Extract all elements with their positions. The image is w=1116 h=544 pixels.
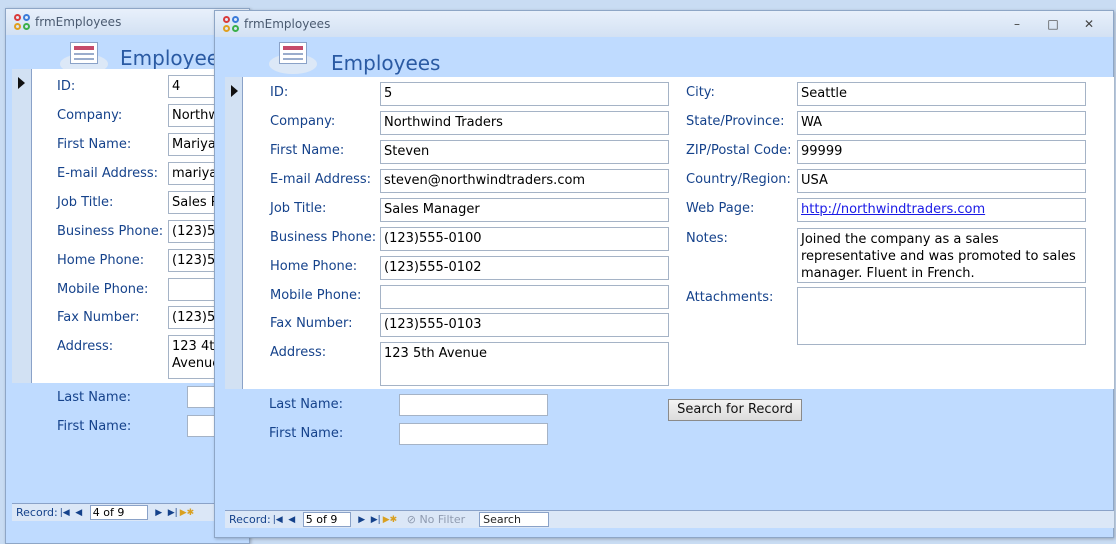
back-label-fax: Fax Number: xyxy=(57,310,140,325)
front-detail-section: ID: Company: First Name: E-mail Address:… xyxy=(243,77,1114,389)
access-app-icon xyxy=(14,14,30,30)
last-record-icon[interactable]: ▶| xyxy=(166,508,180,518)
minimize-icon[interactable]: – xyxy=(1001,17,1033,31)
previous-record-icon[interactable]: ◀ xyxy=(72,508,86,518)
search-last-name-label: Last Name: xyxy=(269,397,343,412)
back-label-first-name: First Name: xyxy=(57,137,132,152)
front-form-header: Employees xyxy=(215,38,1113,78)
back-label-id: ID: xyxy=(57,79,76,94)
label-job-title: Job Title: xyxy=(270,201,327,216)
front-form-title: Employees xyxy=(331,51,441,75)
previous-record-icon[interactable]: ◀ xyxy=(285,515,299,525)
new-record-icon[interactable]: ▶✱ xyxy=(383,515,397,525)
label-state: State/Province: xyxy=(686,114,785,129)
label-id: ID: xyxy=(270,85,289,100)
back-label-email: E-mail Address: xyxy=(57,166,159,181)
back-search-first-name-label: First Name: xyxy=(57,419,132,434)
maximize-icon[interactable]: □ xyxy=(1037,17,1069,31)
field-state[interactable]: WA xyxy=(797,111,1086,135)
field-notes[interactable]: Joined the company as a sales representa… xyxy=(797,228,1086,283)
label-country: Country/Region: xyxy=(686,172,791,187)
label-zip: ZIP/Postal Code: xyxy=(686,143,792,158)
current-record-icon xyxy=(231,85,238,97)
label-city: City: xyxy=(686,85,715,100)
field-zip[interactable]: 99999 xyxy=(797,140,1086,164)
front-record-selector[interactable] xyxy=(225,77,243,389)
label-notes: Notes: xyxy=(686,231,728,246)
back-label-mobile-phone: Mobile Phone: xyxy=(57,282,149,297)
back-label-home-phone: Home Phone: xyxy=(57,253,145,268)
next-record-icon[interactable]: ▶ xyxy=(355,515,369,525)
access-app-icon xyxy=(223,16,239,32)
new-record-icon[interactable]: ▶✱ xyxy=(180,508,194,518)
front-record-navigation: Record: |◀ ◀ 5 of 9 ▶ ▶| ▶✱ ⊘ No Filter … xyxy=(225,510,1114,528)
record-position-input[interactable]: 5 of 9 xyxy=(302,512,351,527)
label-fax: Fax Number: xyxy=(270,316,353,331)
last-record-icon[interactable]: ▶| xyxy=(369,515,383,525)
next-record-icon[interactable]: ▶ xyxy=(152,508,166,518)
back-label-business-phone: Business Phone: xyxy=(57,224,164,239)
current-record-icon xyxy=(18,77,25,89)
field-first-name[interactable]: Steven xyxy=(380,140,669,164)
back-record-position-input[interactable]: 4 of 9 xyxy=(89,505,148,520)
back-label-job-title: Job Title: xyxy=(57,195,114,210)
label-first-name: First Name: xyxy=(270,143,345,158)
field-email[interactable]: steven@northwindtraders.com xyxy=(380,169,669,193)
field-city[interactable]: Seattle xyxy=(797,82,1086,106)
label-address: Address: xyxy=(270,345,327,360)
back-window-titlebar[interactable]: frmEmployees xyxy=(6,9,249,35)
back-label-company: Company: xyxy=(57,108,123,123)
label-business-phone: Business Phone: xyxy=(270,230,377,245)
field-web-page[interactable]: http://northwindtraders.com xyxy=(797,198,1086,222)
field-address[interactable]: 123 5th Avenue xyxy=(380,342,669,386)
field-job-title[interactable]: Sales Manager xyxy=(380,198,669,222)
front-window-titlebar[interactable]: frmEmployees – □ ✕ xyxy=(215,11,1113,37)
back-record-selector[interactable] xyxy=(12,69,32,383)
label-attachments: Attachments: xyxy=(686,290,774,305)
label-web-page: Web Page: xyxy=(686,201,755,216)
field-business-phone[interactable]: (123)555-0100 xyxy=(380,227,669,251)
field-company[interactable]: Northwind Traders xyxy=(380,111,669,135)
field-home-phone[interactable]: (123)555-0102 xyxy=(380,256,669,280)
field-attachments[interactable] xyxy=(797,287,1086,345)
first-record-icon[interactable]: |◀ xyxy=(271,515,285,525)
search-first-name-label: First Name: xyxy=(269,426,344,441)
front-form-window[interactable]: frmEmployees – □ ✕ Employees ID: Company… xyxy=(214,10,1114,538)
record-label: Record: xyxy=(229,513,271,526)
label-mobile-phone: Mobile Phone: xyxy=(270,288,362,303)
back-label-address: Address: xyxy=(57,339,114,354)
field-fax[interactable]: (123)555-0103 xyxy=(380,313,669,337)
search-for-record-button[interactable]: Search for Record xyxy=(668,399,802,421)
form-logo-icon xyxy=(269,42,317,76)
search-last-name-input[interactable] xyxy=(399,394,548,416)
label-email: E-mail Address: xyxy=(270,172,372,187)
close-icon[interactable]: ✕ xyxy=(1073,17,1105,31)
back-window-title: frmEmployees xyxy=(35,15,122,29)
field-country[interactable]: USA xyxy=(797,169,1086,193)
no-filter-button[interactable]: ⊘ No Filter xyxy=(407,513,465,526)
field-mobile-phone[interactable] xyxy=(380,285,669,309)
label-company: Company: xyxy=(270,114,336,129)
label-home-phone: Home Phone: xyxy=(270,259,358,274)
window-controls: – □ ✕ xyxy=(1001,17,1105,31)
back-record-label: Record: xyxy=(16,506,58,519)
no-filter-label: No Filter xyxy=(419,513,466,526)
nav-search-input[interactable]: Search xyxy=(479,512,550,527)
filter-icon: ⊘ xyxy=(406,513,416,526)
search-first-name-input[interactable] xyxy=(399,423,548,445)
first-record-icon[interactable]: |◀ xyxy=(58,508,72,518)
front-window-title: frmEmployees xyxy=(244,17,331,31)
field-id[interactable]: 5 xyxy=(380,82,669,106)
back-search-last-name-label: Last Name: xyxy=(57,390,131,405)
